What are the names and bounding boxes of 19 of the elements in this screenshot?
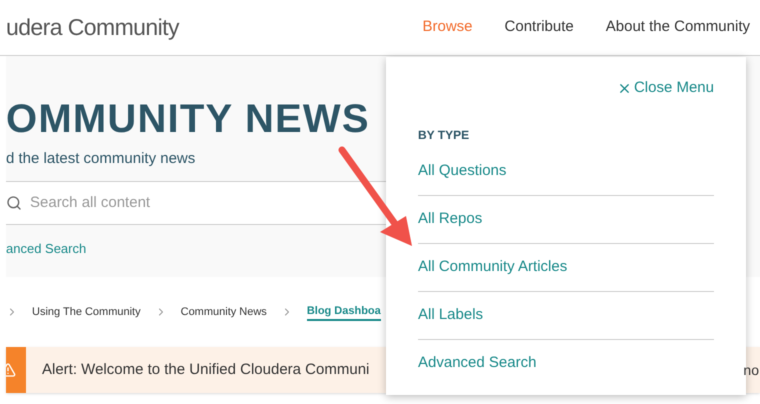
breadcrumb-link[interactable]: Blog Dashboa [306, 302, 381, 322]
menu-link[interactable]: All Questions [418, 160, 506, 182]
nav-link[interactable]: Contribute [504, 16, 574, 39]
menu-link[interactable]: All Labels [418, 304, 484, 326]
breadcrumb-link[interactable]: Using The Community [32, 304, 141, 320]
alert-text: no [743, 360, 759, 380]
breadcrumb-link[interactable]: Community News [180, 304, 267, 320]
search-icon [6, 194, 22, 210]
nav-link[interactable]: About the Community [606, 16, 750, 39]
page-title: OMMUNITY NEWS [6, 96, 370, 143]
nav-link[interactable]: Browse [422, 16, 473, 39]
menu-section-heading: BY TYPE [418, 126, 470, 144]
menu-link[interactable]: Advanced Search [418, 352, 536, 375]
close-menu-button[interactable]: Close Menu [616, 77, 714, 100]
page-subtitle: d the latest community news [6, 149, 196, 169]
site-logo-text[interactable]: udera Community [6, 10, 179, 45]
menu-link[interactable]: All Repos [418, 208, 482, 230]
alert-text: Alert: Welcome to the Unified Cloudera Communi [42, 360, 370, 380]
menu-link[interactable]: All Community Articles [418, 256, 568, 278]
